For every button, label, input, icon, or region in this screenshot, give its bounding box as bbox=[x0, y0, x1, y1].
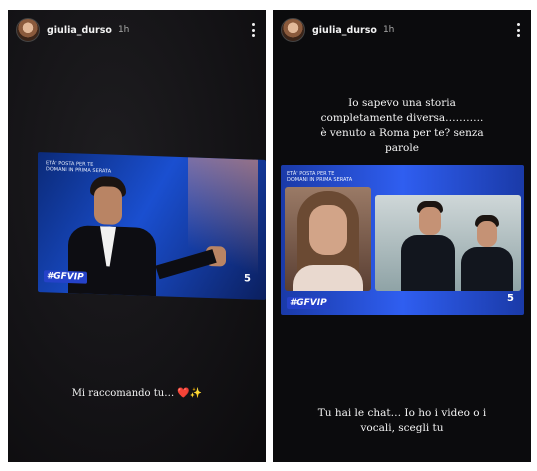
show-logo: #GFVIP bbox=[44, 270, 87, 284]
tv-screen-image: ETÀ' POSTA PER TE DOMANI IN PRIMA SERATA… bbox=[38, 152, 266, 300]
tv-screen-image: ETÀ' POSTA PER TE DOMANI IN PRIMA SERATA… bbox=[281, 165, 524, 315]
story-caption: Mi raccomando tu… ❤️✨ bbox=[71, 388, 203, 399]
more-options-icon[interactable] bbox=[252, 23, 256, 37]
show-logo: #GFVIP bbox=[287, 297, 330, 309]
timestamp: 1h bbox=[382, 25, 395, 35]
story-header: giulia_durso 1h bbox=[8, 10, 266, 50]
channel-logo: 5 bbox=[244, 273, 251, 285]
story-header: giulia_durso 1h bbox=[273, 10, 531, 50]
tv-badge-text: ETÀ' POSTA PER TE DOMANI IN PRIMA SERATA bbox=[287, 171, 353, 183]
timestamp: 1h bbox=[117, 25, 130, 35]
more-options-icon[interactable] bbox=[517, 23, 521, 37]
avatar[interactable] bbox=[281, 18, 305, 42]
avatar[interactable] bbox=[16, 18, 40, 42]
story-panel-right[interactable]: giulia_durso 1h Io sapevo una storia com… bbox=[273, 10, 531, 462]
channel-logo: 5 bbox=[507, 293, 514, 304]
story-text-top: Io sapevo una storia completamente diver… bbox=[320, 97, 484, 154]
username[interactable]: giulia_durso bbox=[312, 25, 377, 36]
inset-woman bbox=[285, 187, 371, 291]
username[interactable]: giulia_durso bbox=[47, 25, 112, 36]
inset-two-men bbox=[375, 195, 521, 291]
story-panel-left[interactable]: giulia_durso 1h ETÀ' POSTA PER TE DOMANI… bbox=[8, 10, 266, 462]
person-face bbox=[94, 185, 122, 225]
story-caption: Tu hai le chat… Io ho i video o i vocali… bbox=[317, 407, 487, 434]
tv-badge-text: ETÀ' POSTA PER TE DOMANI IN PRIMA SERATA bbox=[46, 160, 112, 175]
